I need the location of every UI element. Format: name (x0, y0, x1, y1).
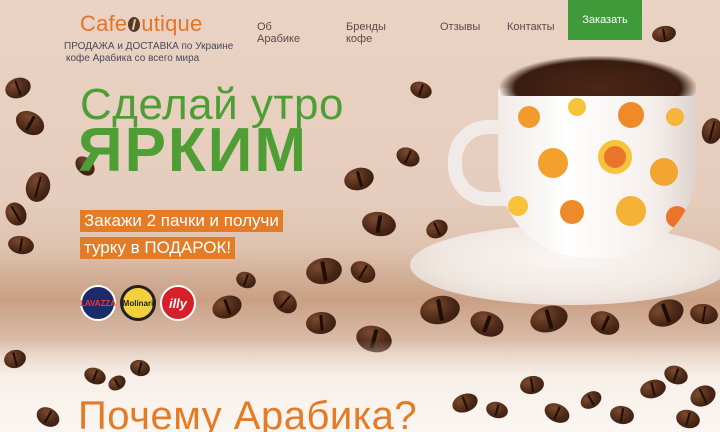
coffee-cup-image (498, 88, 696, 258)
nav-link-about-arabica[interactable]: Об Арабике (257, 21, 300, 45)
molinari-logo[interactable]: Molinari (120, 285, 156, 321)
nav-link-coffee-brands[interactable]: Бренды кофе (346, 21, 386, 45)
logo-text-cafe: Cafe (80, 11, 128, 36)
tagline-line-2: кофе Арабика со всего мира (66, 53, 200, 64)
coffee-bean-decor (360, 209, 398, 239)
coffee-bean-decor (1, 198, 31, 230)
coffee-bean-decor (11, 105, 49, 141)
tagline: ПРОДАЖА и ДОСТАВКА по Украине кофе Араби… (64, 41, 254, 65)
hero-title-line-2: ЯРКИМ (78, 116, 308, 185)
coffee-bean-decor (407, 78, 435, 102)
nav-link-reviews[interactable]: Отзывы (440, 21, 480, 33)
site-header: Cafe utique ПРОДАЖА и ДОСТАВКА по Украине… (0, 0, 720, 65)
illy-logo[interactable]: illy (160, 285, 196, 321)
tagline-line-1: ПРОДАЖА и ДОСТАВКА по Украине (64, 41, 234, 52)
cup-beans-image (500, 56, 696, 96)
coffee-bean-decor (698, 115, 720, 147)
logo-text-boutique: utique (141, 11, 203, 36)
logo[interactable]: Cafe utique (80, 11, 202, 37)
coffee-bean-icon (128, 17, 141, 32)
coffee-bean-decor (393, 143, 423, 171)
coffee-bean-decor (423, 216, 451, 242)
promo-line-1: Закажи 2 пачки и получи (80, 210, 283, 232)
promo-line-2: турку в ПОДАРОК! (80, 237, 236, 259)
illy-logo-text: illy (168, 295, 188, 311)
nav-link-contacts[interactable]: Контакты (507, 21, 555, 33)
page: Cafe utique ПРОДАЖА и ДОСТАВКА по Украине… (0, 0, 720, 432)
lavazza-logo[interactable]: LAVAZZA (80, 285, 116, 321)
lavazza-logo-text: LAVAZZA (79, 298, 117, 308)
molinari-logo-text: Molinari (122, 298, 154, 308)
order-button[interactable]: Заказать (568, 0, 642, 40)
coffee-bean-decor (2, 74, 34, 102)
brand-logos: LAVAZZA Molinari illy (80, 285, 210, 327)
coffee-bean-decor (22, 169, 54, 205)
coffee-bean-decor (341, 164, 377, 194)
section-title-why-arabica: Почему Арабика? (78, 394, 418, 432)
